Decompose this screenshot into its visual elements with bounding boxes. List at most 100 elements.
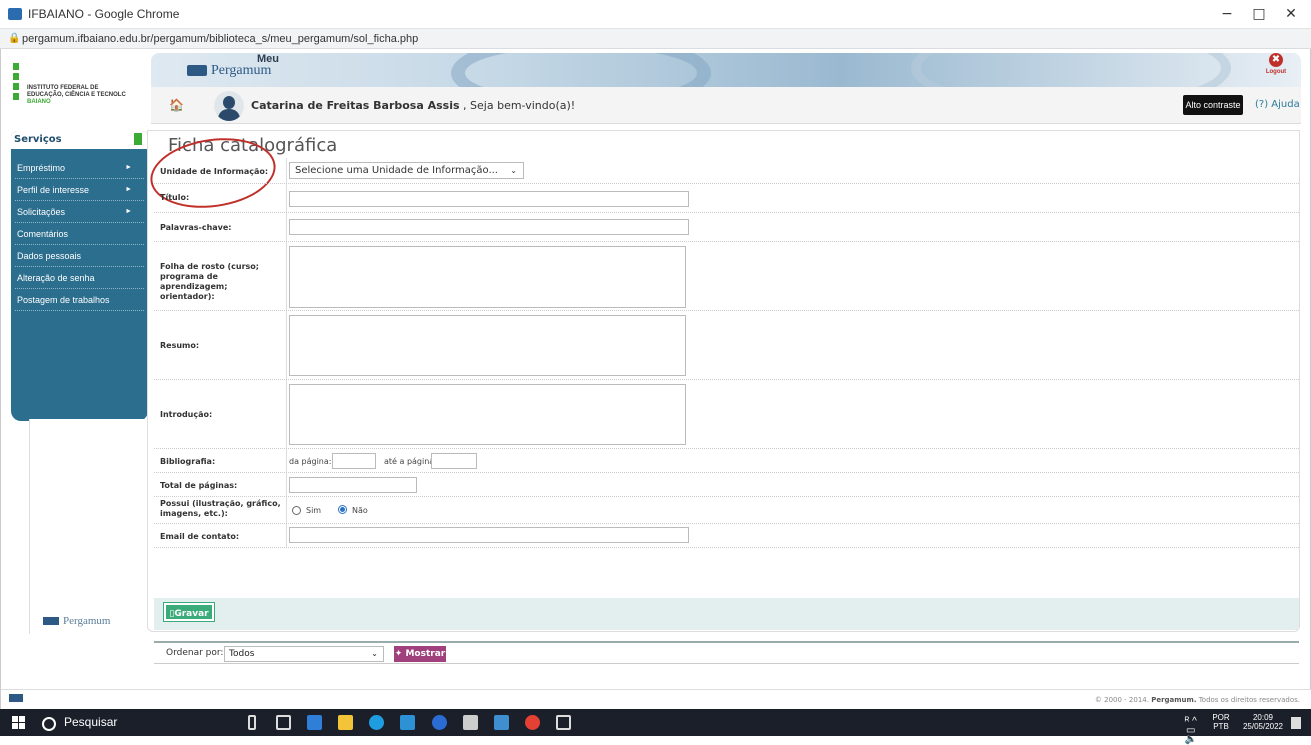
pagina-inicial-input[interactable] — [332, 453, 376, 469]
ajuda-link[interactable]: (?) Ajuda — [1255, 99, 1300, 110]
total-paginas-input[interactable] — [289, 477, 417, 493]
palavras-label: Palavras-chave: — [160, 223, 232, 232]
language-indicator[interactable]: POR PTB — [1201, 713, 1241, 731]
pergamum-small-icon — [9, 694, 23, 702]
possui-label: Possui (ilustração, gráfico, imagens, et… — [160, 499, 281, 518]
ie-icon[interactable] — [432, 715, 447, 730]
sidebar-item-alteracao-senha[interactable]: Alteração de senha — [15, 267, 144, 289]
arrow-right-icon: ► — [125, 208, 132, 215]
titulo-label: Título: — [160, 193, 190, 202]
alto-contraste-button[interactable]: Alto contraste — [1183, 95, 1243, 115]
pergamum-logo-icon — [43, 617, 59, 626]
lock-icon: 🔒 — [8, 33, 21, 44]
browser-title-bar: IFBAIANO - Google Chrome − □ ✕ — [0, 0, 1311, 29]
favicon-icon — [8, 8, 22, 20]
folha-rosto-label: Folha de rosto (curso; programa de apren… — [160, 262, 259, 301]
row-possui: Possui (ilustração, gráfico, imagens, et… — [154, 497, 1299, 524]
unidade-select[interactable]: Selecione uma Unidade de Informação... ⌄ — [289, 162, 524, 179]
app-icon[interactable] — [494, 715, 509, 730]
task-view-icon[interactable] — [276, 715, 291, 730]
sidebar-item-dados-pessoais[interactable]: Dados pessoais — [15, 245, 144, 267]
sidebar-item-solicitacoes[interactable]: Solicitações ► — [15, 201, 144, 223]
institution-logo[interactable]: INSTITUTO FEDERAL DE EDUCAÇÃO, CIÊNCIA E… — [9, 55, 149, 130]
chevron-down-icon: ⌄ — [371, 649, 378, 658]
tray-icons[interactable]: ᴿ ^ ▭ 🔈 — [1185, 717, 1197, 745]
institution-name: INSTITUTO FEDERAL DE EDUCAÇÃO, CIÊNCIA E… — [27, 85, 126, 105]
sim-radio[interactable] — [292, 506, 301, 515]
avatar — [214, 91, 244, 121]
nao-label: Não — [352, 506, 368, 515]
sidebar-item-comentarios[interactable]: Comentários — [15, 223, 144, 245]
row-introducao: Introdução: — [154, 380, 1299, 449]
arrow-right-icon: ► — [125, 164, 132, 171]
copyright: © 2000 - 2014. Pergamum. Todos os direit… — [1094, 696, 1300, 704]
edge-icon[interactable] — [369, 715, 384, 730]
ficha-form: Unidade de Informação: Selecione uma Uni… — [154, 158, 1299, 548]
sidebar-item-perfil-interesse[interactable]: Perfil de interesse ► — [15, 179, 144, 201]
row-bibliografia: Bibliografia: da página: até a página — [154, 449, 1299, 473]
services-sidebar: Serviços Empréstimo ► Perfil de interesse… — [11, 131, 148, 421]
pagina-final-input[interactable] — [431, 453, 477, 469]
email-input[interactable] — [289, 527, 689, 543]
folha-rosto-textarea[interactable] — [289, 246, 686, 308]
pergamum-label: Pergamum — [211, 63, 272, 78]
file-explorer-icon[interactable] — [307, 715, 322, 730]
gravar-button[interactable]: ▯Gravar — [163, 602, 215, 622]
sidebar-title: Serviços — [14, 134, 62, 145]
gravar-bar: ▯Gravar — [154, 598, 1299, 630]
palavras-chave-input[interactable] — [289, 219, 689, 235]
chrome-icon[interactable] — [525, 715, 540, 730]
welcome-text: Catarina de Freitas Barbosa Assis , Seja… — [251, 99, 576, 112]
microphone-icon[interactable] — [248, 715, 256, 730]
pergamum-footer-logo: Pergamum — [43, 615, 110, 627]
sidebar-header: Serviços — [11, 131, 148, 149]
nao-radio[interactable] — [338, 505, 347, 514]
row-folha: Folha de rosto (curso; programa de apren… — [154, 242, 1299, 311]
row-unidade: Unidade de Informação: Selecione uma Uni… — [154, 158, 1299, 184]
notification-icon[interactable] — [1291, 717, 1301, 729]
email-label: Email de contato: — [160, 532, 240, 541]
user-bar: 🏠 Catarina de Freitas Barbosa Assis , Se… — [151, 87, 1301, 124]
taskbar-search[interactable]: Pesquisar — [38, 712, 238, 733]
bibliografia-label: Bibliografia: — [160, 457, 216, 466]
logout-icon: ✖ — [1269, 53, 1283, 67]
logout-button[interactable]: ✖ Logout — [1258, 53, 1294, 83]
store-icon[interactable] — [338, 715, 353, 730]
url-text[interactable]: pergamum.ifbaiano.edu.br/pergamum/biblio… — [22, 33, 418, 45]
row-resumo: Resumo: — [154, 311, 1299, 380]
windows-start-icon[interactable] — [12, 716, 25, 729]
sim-label: Sim — [306, 506, 322, 515]
titulo-input[interactable] — [289, 191, 689, 207]
resumo-textarea[interactable] — [289, 315, 686, 376]
introducao-textarea[interactable] — [289, 384, 686, 445]
photos-icon[interactable] — [556, 715, 571, 730]
page: INSTITUTO FEDERAL DE EDUCAÇÃO, CIÊNCIA E… — [0, 49, 1311, 709]
ordenar-label: Ordenar por: — [166, 648, 224, 658]
paint-icon[interactable] — [463, 715, 478, 730]
minimize-button[interactable]: − — [1212, 4, 1242, 24]
pergamum-logo-icon — [187, 65, 207, 76]
address-bar[interactable]: 🔒 pergamum.ifbaiano.edu.br/pergamum/bibl… — [0, 29, 1311, 49]
mail-icon[interactable] — [400, 715, 415, 730]
window-title: IFBAIANO - Google Chrome — [28, 7, 180, 21]
row-titulo: Título: — [154, 184, 1299, 213]
home-icon[interactable]: 🏠 — [169, 98, 184, 112]
introducao-label: Introdução: — [160, 410, 213, 419]
user-name: Catarina de Freitas Barbosa Assis — [251, 99, 460, 112]
maximize-button[interactable]: □ — [1244, 4, 1274, 24]
ordenar-select[interactable]: Todos ⌄ — [224, 646, 384, 662]
close-button[interactable]: ✕ — [1276, 4, 1306, 24]
mostrar-button[interactable]: ✦ Mostrar — [394, 646, 446, 662]
clock[interactable]: 20:09 25/05/2022 — [1241, 713, 1285, 731]
row-palavras: Palavras-chave: — [154, 213, 1299, 242]
arrow-down-icon: ✦ — [394, 649, 403, 659]
sidebar-item-emprestimo[interactable]: Empréstimo ► — [15, 157, 144, 179]
sidebar-item-postagem-trabalhos[interactable]: Postagem de trabalhos — [15, 289, 144, 311]
page-footer: © 2000 - 2014. Pergamum. Todos os direit… — [1, 689, 1311, 709]
ordenar-bar: Ordenar por: Todos ⌄ ✦ Mostrar — [154, 641, 1299, 664]
arrow-right-icon: ► — [125, 186, 132, 193]
collapse-sidebar-icon[interactable] — [134, 133, 142, 145]
row-email: Email de contato: — [154, 524, 1299, 548]
windows-taskbar: Pesquisar ᴿ ^ ▭ 🔈 POR PTB 20:09 25/05/2022 — [0, 709, 1311, 745]
ate-pagina-label: até a página — [384, 457, 435, 466]
